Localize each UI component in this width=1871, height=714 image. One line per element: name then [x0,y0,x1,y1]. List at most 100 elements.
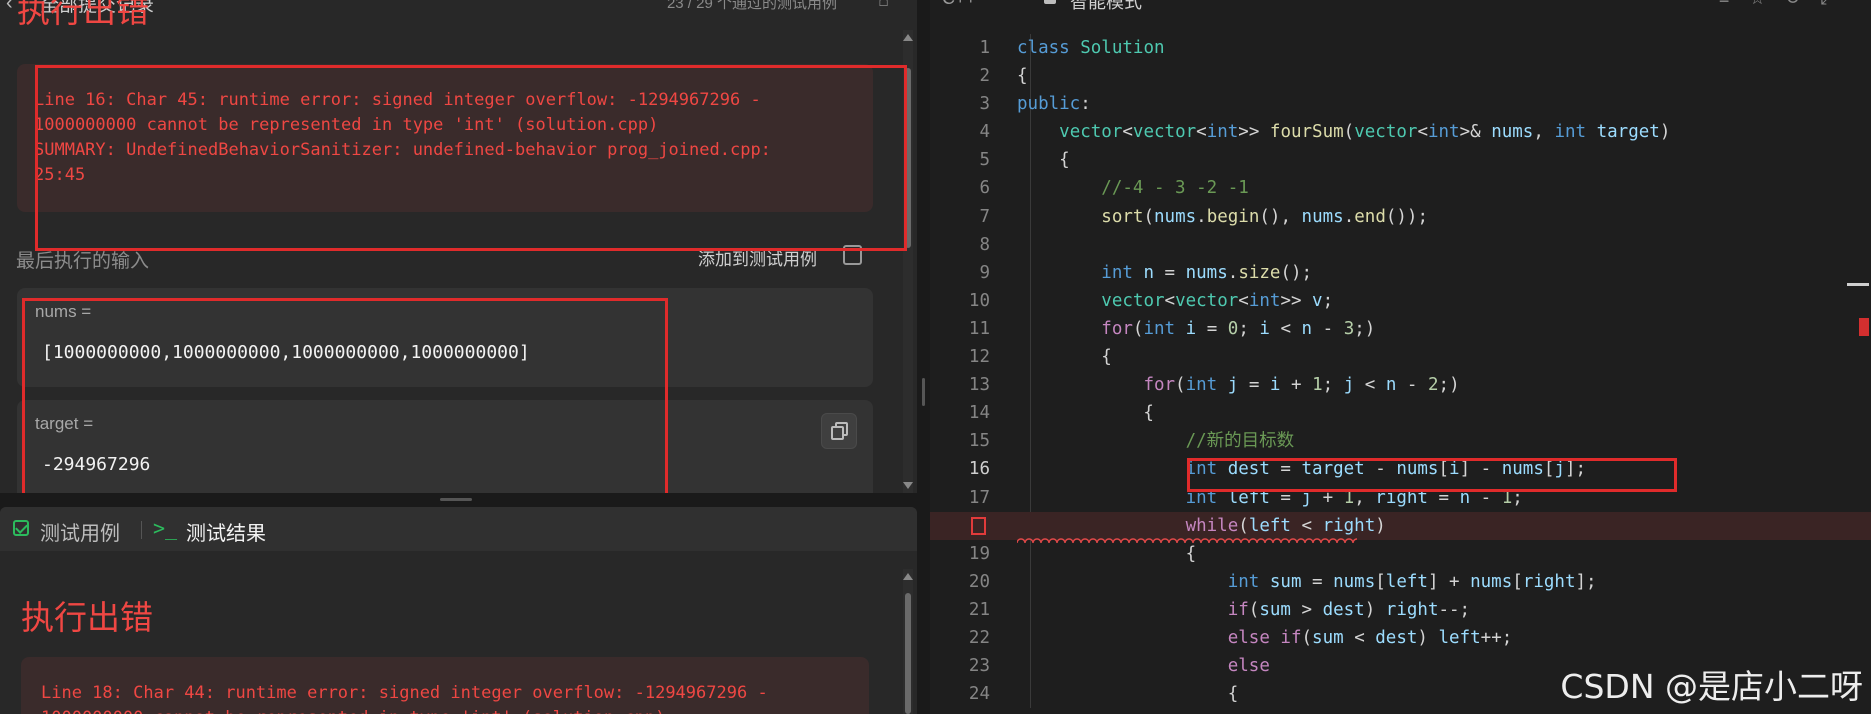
code-text: for(int j = i + 1; j < n - 2;) [1143,375,1460,396]
line-number: 20 [968,571,990,592]
code-line[interactable]: 11 for(int i = 0; i < n - 3;) [930,315,1871,343]
scroll-up-arrow[interactable] [903,573,913,580]
code-line[interactable]: 5 { [930,146,1871,174]
line-number: 23 [968,656,990,677]
error-message-box: Line 18: Char 44: runtime error: signed … [21,657,869,714]
code-line[interactable]: 3 public: [930,90,1871,118]
code-line[interactable]: 1 class Solution [930,34,1871,62]
code-text: int sum = nums[left] + nums[right]; [1227,571,1597,592]
input-value: [1000000000,1000000000,1000000000,100000… [42,342,530,363]
code-line[interactable]: 10 vector<vector<int>> v; [930,287,1871,315]
line-number: 10 [968,290,990,311]
mode-selector[interactable]: 智能模式 [1070,0,1142,14]
editor-toolbar-icons[interactable]: ≡☆↺⤢ [1719,0,1855,9]
code-line[interactable]: 6 //-4 - 3 -2 -1 [930,174,1871,202]
terminal-icon: >_ [153,516,178,540]
lock-icon [1044,0,1056,4]
code-lines[interactable]: 1 class Solution 2{3 public: 4 vector<vector… [930,34,1871,709]
code-text: { [1017,66,1028,87]
language-selector[interactable]: C++ [942,0,976,9]
line-number: 22 [968,627,990,648]
code-text: { [1017,150,1070,171]
code-line[interactable]: 22 else if(sum < dest) left++; [930,624,1871,652]
input-card-nums: nums = [1000000000,1000000000,1000000000… [17,288,873,387]
code-line[interactable]: 7 sort(nums.begin(), nums.end()); [930,203,1871,231]
add-testcase-icon[interactable] [843,245,862,265]
code-line[interactable]: 12 { [930,343,1871,371]
code-text: sort(nums.begin(), nums.end()); [1101,206,1429,227]
input-card-target: target = -294967296 [17,400,873,493]
code-text: if(sum > dest) right--; [1227,599,1471,620]
code-text: for(int i = 0; i < n - 3;) [1101,318,1376,339]
vertical-scrollbar[interactable] [903,30,913,493]
last-input-label: 最后执行的输入 [16,250,150,272]
code-text: else if(sum < dest) left++; [1227,627,1513,648]
line-number: 21 [968,599,990,620]
code-line[interactable]: 16 int dest = target - nums[i] - nums[j]… [930,455,1871,483]
code-line[interactable]: 18 while(left < right) [930,511,1871,543]
line-number: 19 [968,543,990,564]
splitter-grip[interactable] [440,498,472,501]
line-number: 2 [979,66,990,87]
code-text: public: [1017,94,1091,115]
code-line[interactable]: 13 for(int j = i + 1; j < n - 2;) [930,371,1871,399]
copy-button[interactable] [821,413,857,449]
passed-cases-count: 23 / 29 个通过的测试用例 [666,0,837,12]
code-line[interactable]: 20 int sum = nums[left] + nums[right]; [930,568,1871,596]
share-icon[interactable]: ⌂ [878,0,889,11]
result-tabbar: 测试用例 >_ 测试结果 [0,507,917,551]
line-number: 24 [968,684,990,705]
code-text: { [1017,684,1239,705]
code-text: { [1017,403,1154,424]
input-label: target = [35,414,94,433]
line-number: 14 [968,403,990,424]
code-line[interactable]: 8 [930,231,1871,259]
tab-testcases[interactable]: 测试用例 [40,517,120,546]
overview-ruler-cursor [1847,283,1869,286]
splitter-grip[interactable] [922,378,925,406]
back-arrow-icon[interactable]: ‹ [6,0,13,15]
error-title: 执行出错 [21,598,153,637]
code-line[interactable]: 9 int n = nums.size(); [930,259,1871,287]
code-line[interactable]: 4 vector<vector<int>> fourSum(vector<int… [930,118,1871,146]
line-number: 5 [979,150,990,171]
code-line[interactable]: 14 { [930,399,1871,427]
scroll-thumb[interactable] [905,68,911,248]
code-line[interactable]: 15 //新的目标数 [930,427,1871,455]
vertical-scrollbar[interactable] [903,569,913,714]
line-number: 17 [968,487,990,508]
code-line[interactable]: 21 if(sum > dest) right--; [930,596,1871,624]
code-text: int left = j + 1, right = n - 1; [1185,487,1523,508]
line-number: 4 [979,122,990,143]
checkbox-icon [13,520,29,536]
code-editor[interactable]: C++ 智能模式 ≡☆↺⤢ 1class Solution2{3public:4… [930,0,1871,714]
submission-detail-panel: ‹ 全部提交记录 23 / 29 个通过的测试用例 ⌂ 执行出错 Line 16… [0,0,917,493]
breakpoint-error-icon[interactable] [971,516,986,535]
error-message-box: Line 16: Char 45: runtime error: signed … [17,64,873,212]
test-result-panel: 测试用例 >_ 测试结果 执行出错 Line 18: Char 44: runt… [0,507,917,714]
error-title: 执行出错 [17,0,149,30]
add-to-testcase-button[interactable]: 添加到测试用例 [698,245,817,270]
input-value: -294967296 [42,454,151,475]
vertical-splitter[interactable] [917,0,930,714]
code-text: else [1227,656,1270,677]
line-number: 12 [968,347,990,368]
code-line[interactable]: 17 int left = j + 1, right = n - 1; [930,484,1871,512]
line-number: 7 [979,206,990,227]
code-text: //新的目标数 [1185,431,1295,452]
scroll-down-arrow[interactable] [903,482,913,489]
tab-test-results[interactable]: 测试结果 [186,517,266,546]
line-number: 13 [968,375,990,396]
scroll-thumb[interactable] [905,593,911,714]
input-label: nums = [35,302,92,321]
code-line[interactable]: 2{ [930,62,1871,90]
code-text: vector<vector<int>> v; [1101,290,1334,311]
horizontal-splitter[interactable] [0,493,917,507]
line-number: 1 [979,38,990,58]
copy-icon-front [831,426,844,440]
code-text: { [1017,347,1112,368]
line-number: 3 [979,94,990,115]
scroll-up-arrow[interactable] [903,34,913,41]
code-line[interactable]: 19 { [930,540,1871,568]
editor-header: C++ 智能模式 ≡☆↺⤢ [930,0,1871,14]
